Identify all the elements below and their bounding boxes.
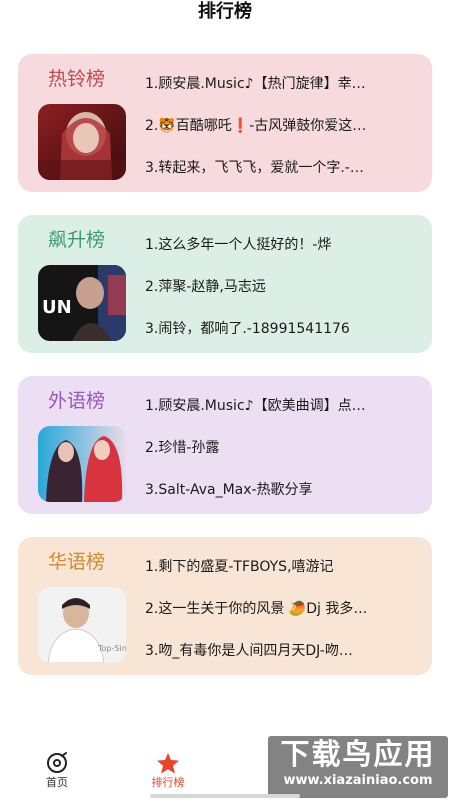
chart-track[interactable]: 3.转起来，飞飞飞，爱就一个字.-…: [145, 158, 415, 178]
tab-label: 首页: [46, 776, 68, 789]
chart-name: 飙升榜: [48, 229, 106, 251]
page-title: 排行榜: [198, 1, 252, 22]
chart-track[interactable]: 2.🐯百酷哪吒❗-古风弹鼓你爱这…: [145, 116, 415, 136]
chart-card-foreign[interactable]: 外语榜 1.顾安晨.Music♪【欧美曲调】点… 2.珍惜-孙露 3.Salt-…: [18, 376, 432, 514]
home-indicator-bar: [150, 794, 300, 798]
cover-art-un-portrait: UN: [38, 265, 126, 341]
cover-art-hooded-portrait: [38, 104, 126, 180]
cover-art-two-singers: [38, 426, 126, 502]
tab-label: 排行榜: [151, 776, 185, 789]
tab-charts[interactable]: 排行榜: [138, 752, 198, 790]
chart-card-rising[interactable]: 飙升榜 UN 1.这么多年一个人挺好的！-烨 2.萍聚-赵静,马志远 3.闹铃，…: [18, 215, 432, 353]
watermark-sub: www.xiazainiao.com: [283, 773, 433, 788]
svg-text:UN: UN: [42, 297, 72, 318]
chart-track[interactable]: 1.顾安晨.Music♪【热门旋律】幸…: [145, 74, 415, 94]
chart-track[interactable]: 2.珍惜-孙露: [145, 438, 415, 458]
chart-track[interactable]: 3.Salt-Ava_Max-热歌分享: [145, 480, 415, 500]
chart-card-chinese[interactable]: 华语榜 Top-Sin 1.剩下的盛夏-TFBOYS,嘻游记 2.这一生关于你的…: [18, 537, 432, 675]
chart-name: 外语榜: [48, 390, 106, 412]
tab-home[interactable]: 首页: [27, 752, 87, 790]
chart-name: 华语榜: [48, 551, 106, 573]
chart-track[interactable]: 1.剩下的盛夏-TFBOYS,嘻游记: [145, 557, 415, 577]
chart-track[interactable]: 3.闹铃，都响了.-18991541176: [145, 319, 415, 339]
chart-track[interactable]: 1.这么多年一个人挺好的！-烨: [145, 235, 415, 255]
watermark: 下载鸟应用 www.xiazainiao.com: [268, 736, 448, 798]
chart-track[interactable]: 2.这一生关于你的风景 🥭Dj 我多…: [145, 599, 415, 619]
star-icon: [157, 753, 179, 774]
svg-text:Top-Sin: Top-Sin: [97, 644, 126, 653]
chart-card-hot-ringtone[interactable]: 热铃榜 1.顾安晨.Music♪【热门旋律】幸… 2.🐯百酷哪吒❗-古风弹鼓你爱…: [18, 54, 432, 192]
chart-name: 热铃榜: [48, 68, 106, 90]
home-disc-icon: [47, 752, 67, 773]
chart-track[interactable]: 3.吻_有毒你是人间四月天DJ-吻…: [145, 641, 415, 661]
watermark-main: 下载鸟应用: [280, 737, 436, 771]
chart-track[interactable]: 2.萍聚-赵静,马志远: [145, 277, 415, 297]
cover-art-top-singer: Top-Sin: [38, 587, 126, 663]
chart-track[interactable]: 1.顾安晨.Music♪【欧美曲调】点…: [145, 396, 415, 416]
